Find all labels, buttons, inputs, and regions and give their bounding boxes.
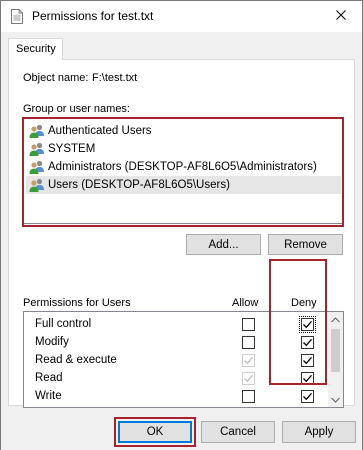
scroll-down-button[interactable] [328,392,343,407]
ok-button[interactable]: OK [118,421,192,443]
list-item-label: SYSTEM [48,143,96,155]
list-item-label: Users (DESKTOP-AF8L6O5\Users) [48,179,230,191]
users-icon [29,141,45,157]
group-user-list[interactable]: Authenticated Users SYSTEM Administrator… [23,118,344,224]
object-name-label: Object name: [23,72,89,84]
title-bar: Permissions for test.txt [1,1,362,32]
list-item-label: Administrators (DESKTOP-AF8L6O5\Administ… [48,161,317,173]
permissions-list[interactable]: Full control Modify Read & execute Read Writ… [23,311,344,408]
allow-checkbox [242,372,255,385]
permission-name: Modify [35,336,69,348]
scroll-thumb[interactable] [331,329,340,372]
window-title: Permissions for test.txt [32,9,154,23]
permissions-dialog: Permissions for test.txt Security Object… [0,0,363,450]
permission-row: Modify [24,333,329,351]
allow-checkbox [242,354,255,367]
deny-checkbox[interactable] [301,372,314,385]
remove-button[interactable]: Remove [268,234,343,255]
add-button[interactable]: Add... [186,234,261,255]
tab-security-label: Security [16,43,56,55]
object-name-value: F:\test.txt [92,72,138,84]
permission-name: Read [35,372,63,384]
permission-row: Write [24,387,329,405]
deny-column-header: Deny [291,297,317,309]
allow-checkbox[interactable] [242,318,255,331]
allow-column-header: Allow [232,297,259,309]
deny-checkbox[interactable] [301,390,314,403]
apply-button[interactable]: Apply [282,421,356,443]
users-icon [29,123,45,139]
allow-checkbox[interactable] [242,390,255,403]
deny-checkbox[interactable] [299,316,316,333]
vertical-scrollbar[interactable] [328,312,343,407]
deny-checkbox[interactable] [301,354,314,367]
permission-row: Read [24,369,329,387]
permission-row: Read & execute [24,351,329,369]
permission-row: Full control [24,315,329,333]
list-item-system[interactable]: SYSTEM [26,140,341,158]
security-tab-panel: Object name: F:\test.txt Group or user n… [8,59,355,408]
permission-name: Write [35,390,62,402]
users-icon [29,159,45,175]
dialog-body: Security Object name: F:\test.txt Group … [1,32,362,450]
permission-name: Read & execute [35,354,117,366]
tab-security[interactable]: Security [8,38,63,60]
document-icon [11,9,23,24]
permissions-label: Permissions for Users [23,297,131,309]
close-button[interactable] [319,1,362,32]
allow-checkbox[interactable] [242,336,255,349]
cancel-button[interactable]: Cancel [201,421,275,443]
scroll-up-button[interactable] [328,312,343,327]
permission-name: Full control [35,318,92,330]
chevron-up-icon [331,314,340,326]
chevron-down-icon [331,394,340,406]
users-icon [29,177,45,193]
list-item-administrators[interactable]: Administrators (DESKTOP-AF8L6O5\Administ… [26,158,341,176]
list-item-users[interactable]: Users (DESKTOP-AF8L6O5\Users) [26,176,341,194]
close-icon [335,10,346,23]
group-names-label: Group or user names: [23,103,130,115]
list-item-label: Authenticated Users [48,125,152,137]
deny-checkbox[interactable] [301,336,314,349]
list-item-authenticated-users[interactable]: Authenticated Users [26,122,341,140]
